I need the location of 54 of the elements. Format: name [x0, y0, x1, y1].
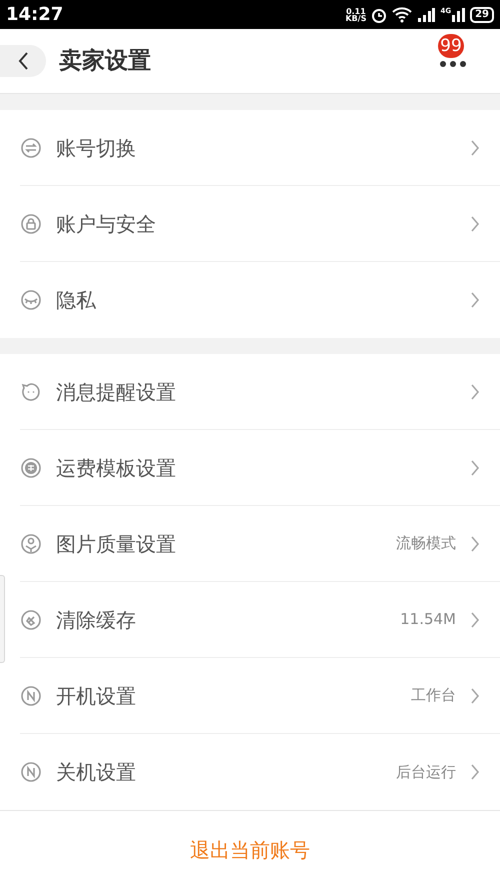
- speed-value: 0.11: [346, 8, 366, 14]
- broom-icon: [20, 608, 42, 630]
- chevron-right-icon: [470, 458, 480, 476]
- settings-row[interactable]: 消息提醒设置: [20, 354, 500, 430]
- settings-row[interactable]: 账号切换: [20, 110, 500, 186]
- settings-row[interactable]: 图片质量设置 流畅模式: [20, 506, 500, 582]
- lock-icon: [20, 212, 42, 234]
- chevron-right-icon: [470, 763, 480, 781]
- more-button[interactable]: [440, 59, 466, 69]
- row-label: 消息提醒设置: [56, 378, 177, 406]
- settings-row[interactable]: 隐私: [20, 262, 500, 338]
- row-label: 图片质量设置: [56, 530, 177, 558]
- settings-row[interactable]: 关机设置 后台运行: [20, 734, 500, 810]
- settings-row[interactable]: 清除缓存 11.54M: [20, 582, 500, 658]
- row-value: 后台运行: [396, 762, 456, 783]
- mail-stamp-icon: [20, 456, 42, 478]
- signal-icon: [417, 8, 436, 22]
- wifi-icon: [392, 6, 412, 22]
- status-time: 14:27: [6, 3, 64, 27]
- swap-icon: [20, 136, 42, 158]
- row-value: 流畅模式: [396, 533, 456, 554]
- row-label: 开机设置: [56, 682, 137, 710]
- settings-row[interactable]: 运费模板设置: [20, 430, 500, 506]
- notification-badge: 99: [438, 34, 464, 58]
- zigzag-circle-icon: [20, 761, 42, 783]
- chevron-right-icon: [470, 138, 480, 156]
- row-value: 11.54M: [400, 609, 456, 630]
- settings-row[interactable]: 开机设置 工作台: [20, 658, 500, 734]
- face-bubble-icon: [20, 380, 42, 402]
- edge-handle[interactable]: [0, 575, 5, 663]
- chevron-right-icon: [470, 686, 480, 704]
- chevron-right-icon: [470, 534, 480, 552]
- back-icon: [17, 51, 29, 71]
- chevron-right-icon: [470, 291, 480, 309]
- row-label: 关机设置: [56, 759, 137, 786]
- row-label: 运费模板设置: [56, 454, 177, 482]
- chevron-right-icon: [470, 382, 480, 400]
- speed-unit: KB/S: [345, 14, 366, 22]
- row-label: 隐私: [56, 287, 97, 314]
- row-label: 账号切换: [56, 134, 137, 162]
- row-label: 清除缓存: [56, 606, 137, 634]
- alarm-icon: [371, 6, 388, 22]
- person-pin-icon: [20, 532, 42, 554]
- chevron-right-icon: [470, 214, 480, 232]
- back-button[interactable]: [0, 45, 46, 77]
- row-label: 账户与安全: [56, 210, 157, 238]
- row-value: 工作台: [411, 685, 456, 706]
- page-title: 卖家设置: [59, 46, 151, 76]
- signal-icon: [451, 8, 466, 22]
- battery-indicator: 29: [470, 6, 494, 22]
- zigzag-circle-icon: [20, 684, 42, 706]
- settings-row[interactable]: 账户与安全: [20, 186, 500, 262]
- closed-eye-icon: [20, 289, 42, 311]
- chevron-right-icon: [470, 610, 480, 628]
